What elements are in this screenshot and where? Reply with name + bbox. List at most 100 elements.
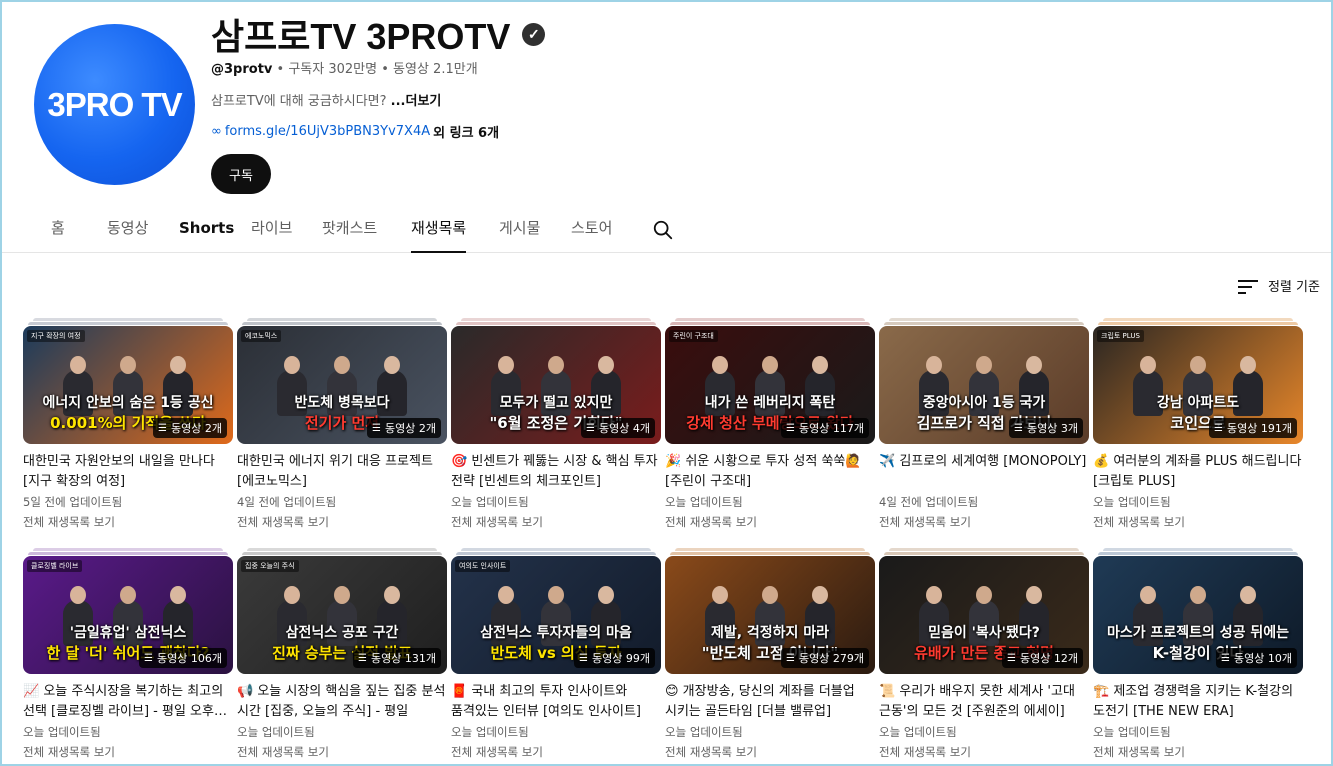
- view-full-playlist-link[interactable]: 전체 재생목록 보기: [23, 744, 115, 760]
- subscribe-button[interactable]: 구독: [211, 154, 271, 194]
- playlist-icon: ☰: [1214, 422, 1224, 434]
- playlist-stack: [889, 318, 1079, 321]
- playlist-thumbnail[interactable]: 지구 확장의 여정 에너지 안보의 숨은 1등 공신 0.001%의 기적을 쓰…: [23, 326, 233, 444]
- search-icon[interactable]: [652, 219, 674, 241]
- playlist-thumbnail[interactable]: 여의도 인사이트 삼전닉스 투자자들의 마음 반도체 vs 의심 투자 ☰ 동영…: [451, 556, 661, 674]
- view-full-playlist-link[interactable]: 전체 재생목록 보기: [1093, 744, 1185, 760]
- channel-description[interactable]: 삼프로TV에 대해 궁금하시다면? ...더보기: [211, 90, 441, 109]
- playlist-icon: ☰: [1014, 422, 1024, 434]
- playlist-card[interactable]: 제발, 걱정하지 마라 "반도체 고점 아니다" ☰ 동영상 279개 😊 개장…: [665, 548, 875, 763]
- thumbnail-caption-line1: 중앙아시아 1등 국가: [922, 395, 1046, 411]
- playlist-card[interactable]: 모두가 떨고 있지만 "6월 조정은 기회다" ☰ 동영상 4개 🎯 빈센트가 …: [451, 318, 661, 533]
- view-full-playlist-link[interactable]: 전체 재생목록 보기: [451, 514, 543, 530]
- channel-handle: @3protv: [211, 62, 273, 77]
- playlist-thumbnail[interactable]: 에코노믹스 반도체 병목보다 전기가 먼저 ☰ 동영상 2개: [237, 326, 447, 444]
- playlist-title[interactable]: 📈 오늘 주식시장을 복기하는 최고의 선택 [클로징벨 라이브] - 평일 오…: [23, 682, 233, 722]
- playlist-card[interactable]: 중앙아시아 1등 국가 김프로가 직접 가보니 ☰ 동영상 3개 ✈️ 김프로의…: [879, 318, 1089, 533]
- video-count: 동영상 99개: [592, 652, 650, 665]
- playlist-stack: [461, 318, 651, 321]
- channel-links: ∞ forms.gle/16UjV3bPBN3Yv7X4A 외 링크 6개: [211, 122, 499, 141]
- playlist-title[interactable]: 📜 우리가 배우지 못한 세계사 '고대 근동'의 모든 것 [주원준의 에세이…: [879, 682, 1089, 722]
- video-count: 동영상 10개: [1234, 652, 1292, 665]
- sort-button[interactable]: 정렬 기준: [1238, 276, 1320, 295]
- playlist-thumbnail[interactable]: 마스가 프로젝트의 성공 뒤에는 K-철강이 있다 ☰ 동영상 10개: [1093, 556, 1303, 674]
- playlist-updated: 오늘 업데이트됨: [451, 495, 529, 509]
- video-count-badge: ☰ 동영상 117개: [781, 418, 869, 438]
- thumbnail-caption-line1: '금일휴업' 삼전닉스: [69, 625, 187, 641]
- channel-link[interactable]: forms.gle/16UjV3bPBN3Yv7X4A: [225, 124, 430, 139]
- playlist-title[interactable]: 💰 여러분의 계좌를 PLUS 해드립니다 [크립토 PLUS]: [1093, 452, 1303, 492]
- playlist-stack: [33, 318, 223, 321]
- playlist-title[interactable]: 📢 오늘 시장의 핵심을 짚는 집중 분석 시간 [집중, 오늘의 주식] - …: [237, 682, 447, 722]
- view-full-playlist-link[interactable]: 전체 재생목록 보기: [879, 744, 971, 760]
- playlist-card[interactable]: 크립토 PLUS 강남 아파트도 코인으로 ☰ 동영상 191개 💰 여러분의 …: [1093, 318, 1303, 533]
- playlist-title[interactable]: 🏗️ 제조업 경쟁력을 지키는 K-철강의 도전기 [THE NEW ERA]: [1093, 682, 1303, 722]
- video-count-badge: ☰ 동영상 191개: [1209, 418, 1297, 438]
- playlist-thumbnail[interactable]: 집중 오늘의 주식 삼전닉스 공포 구간 진짜 승부는 실적 발표 ☰ 동영상 …: [237, 556, 447, 674]
- playlist-card[interactable]: 집중 오늘의 주식 삼전닉스 공포 구간 진짜 승부는 실적 발표 ☰ 동영상 …: [237, 548, 447, 763]
- thumbnail-caption-line1: 제발, 걱정하지 마라: [710, 625, 830, 641]
- playlist-thumbnail[interactable]: 제발, 걱정하지 마라 "반도체 고점 아니다" ☰ 동영상 279개: [665, 556, 875, 674]
- channel-avatar[interactable]: 3PRO TV: [34, 24, 195, 185]
- video-count-badge: ☰ 동영상 3개: [1009, 418, 1083, 438]
- tab-7[interactable]: 스토어: [571, 205, 612, 253]
- playlist-card[interactable]: 믿음이 '복사'됐다? 유배가 만든 종교 혁명 ☰ 동영상 12개 📜 우리가…: [879, 548, 1089, 763]
- playlist-stack: [461, 548, 651, 551]
- avatar-logo-text: 3PRO TV: [47, 85, 182, 123]
- view-full-playlist-link[interactable]: 전체 재생목록 보기: [451, 744, 543, 760]
- view-full-playlist-link[interactable]: 전체 재생목록 보기: [665, 514, 757, 530]
- playlist-icon: ☰: [158, 422, 168, 434]
- video-count: 동영상 4개: [599, 422, 650, 435]
- playlist-stack: [28, 322, 228, 325]
- sort-icon: [1238, 278, 1258, 294]
- playlist-stack: [1103, 548, 1293, 551]
- playlist-title[interactable]: 대한민국 자원안보의 내일을 만나다 [지구 확장의 여정]: [23, 452, 233, 492]
- playlist-title[interactable]: 🎯 빈센트가 꿰뚫는 시장 & 핵심 투자 전략 [빈센트의 체크포인트]: [451, 452, 661, 492]
- channel-name: 삼프로TV 3PROTV: [211, 16, 511, 57]
- playlist-title[interactable]: 대한민국 에너지 위기 대응 프로젝트 [에코노믹스]: [237, 452, 447, 492]
- tab-5[interactable]: 재생목록: [411, 205, 467, 253]
- playlist-title[interactable]: 🧧 국내 최고의 투자 인사이트와 품격있는 인터뷰 [여의도 인사이트]: [451, 682, 661, 722]
- playlist-card[interactable]: 에코노믹스 반도체 병목보다 전기가 먼저 ☰ 동영상 2개 대한민국 에너지 …: [237, 318, 447, 533]
- video-count: 동영상 3개: [1027, 422, 1078, 435]
- playlist-title[interactable]: 😊 개장방송, 당신의 계좌를 더블업 시키는 골든타임 [더블 밸류업]: [665, 682, 875, 722]
- playlist-title[interactable]: 🎉 쉬운 시황으로 투자 성적 쑥쑥🙋 [주린이 구조대]: [665, 452, 875, 492]
- tab-1[interactable]: 동영상: [107, 205, 148, 253]
- view-full-playlist-link[interactable]: 전체 재생목록 보기: [237, 514, 329, 530]
- view-full-playlist-link[interactable]: 전체 재생목록 보기: [879, 514, 971, 530]
- playlist-card[interactable]: 여의도 인사이트 삼전닉스 투자자들의 마음 반도체 vs 의심 투자 ☰ 동영…: [451, 548, 661, 763]
- video-count: 동영상 2.1만개: [393, 62, 478, 77]
- meta-separator: •: [276, 62, 285, 77]
- view-full-playlist-link[interactable]: 전체 재생목록 보기: [237, 744, 329, 760]
- playlist-thumbnail[interactable]: 믿음이 '복사'됐다? 유배가 만든 종교 혁명 ☰ 동영상 12개: [879, 556, 1089, 674]
- thumbnail-caption-line1: 마스가 프로젝트의 성공 뒤에는: [1106, 625, 1290, 641]
- view-full-playlist-link[interactable]: 전체 재생목록 보기: [665, 744, 757, 760]
- playlist-thumbnail[interactable]: 클로징벨 라이브 '금일휴업' 삼전닉스 한 달 '더' 쉬어도 괜찮다? ☰ …: [23, 556, 233, 674]
- playlist-stack: [242, 322, 442, 325]
- thumbnail-tag: 크립토 PLUS: [1097, 330, 1144, 342]
- playlist-icon: ☰: [372, 422, 382, 434]
- playlist-title[interactable]: ✈️ 김프로의 세계여행 [MONOPOLY]: [879, 452, 1089, 472]
- view-full-playlist-link[interactable]: 전체 재생목록 보기: [23, 514, 115, 530]
- tab-2[interactable]: Shorts: [179, 205, 234, 253]
- more-link[interactable]: ...더보기: [391, 94, 442, 109]
- view-full-playlist-link[interactable]: 전체 재생목록 보기: [1093, 514, 1185, 530]
- playlist-thumbnail[interactable]: 크립토 PLUS 강남 아파트도 코인으로 ☰ 동영상 191개: [1093, 326, 1303, 444]
- tab-0[interactable]: 홈: [51, 205, 65, 253]
- more-links[interactable]: 외 링크 6개: [433, 122, 499, 141]
- verified-icon: ✓: [522, 22, 546, 46]
- tab-6[interactable]: 게시물: [499, 205, 540, 253]
- tab-4[interactable]: 팟캐스트: [322, 205, 377, 253]
- playlist-card[interactable]: 클로징벨 라이브 '금일휴업' 삼전닉스 한 달 '더' 쉬어도 괜찮다? ☰ …: [23, 548, 233, 763]
- playlist-updated: 4일 전에 업데이트됨: [237, 495, 337, 509]
- thumbnail-tag: 집중 오늘의 주식: [241, 560, 299, 572]
- playlist-stack: [28, 552, 228, 555]
- playlist-thumbnail[interactable]: 모두가 떨고 있지만 "6월 조정은 기회다" ☰ 동영상 4개: [451, 326, 661, 444]
- playlist-thumbnail[interactable]: 주린이 구조대 내가 쓴 레버리지 폭탄 강제 청산 부메랑으로 왔다 ☰ 동영…: [665, 326, 875, 444]
- playlist-card[interactable]: 주린이 구조대 내가 쓴 레버리지 폭탄 강제 청산 부메랑으로 왔다 ☰ 동영…: [665, 318, 875, 533]
- playlist-card[interactable]: 지구 확장의 여정 에너지 안보의 숨은 1등 공신 0.001%의 기적을 쓰…: [23, 318, 233, 533]
- tab-3[interactable]: 라이브: [251, 205, 292, 253]
- playlist-card[interactable]: 마스가 프로젝트의 성공 뒤에는 K-철강이 있다 ☰ 동영상 10개 🏗️ 제…: [1093, 548, 1303, 763]
- playlist-thumbnail[interactable]: 중앙아시아 1등 국가 김프로가 직접 가보니 ☰ 동영상 3개: [879, 326, 1089, 444]
- playlist-icon: ☰: [144, 652, 154, 664]
